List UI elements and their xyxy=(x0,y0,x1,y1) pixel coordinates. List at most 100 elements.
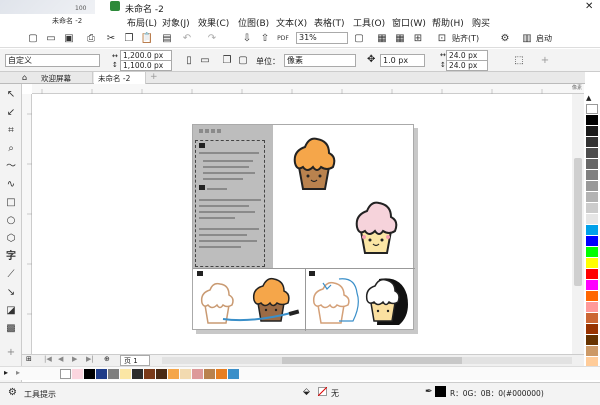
swatch-dark-brown[interactable] xyxy=(586,335,598,345)
rulers-icon[interactable]: ▦ xyxy=(375,31,389,45)
palette-up-icon[interactable]: ▲ xyxy=(586,94,591,102)
doc-swatch-1[interactable] xyxy=(72,369,83,379)
current-page-icon[interactable]: ▢ xyxy=(236,53,250,67)
horizontal-ruler[interactable]: 像素 xyxy=(32,84,584,94)
units-select[interactable]: 像素 xyxy=(284,54,356,67)
freehand-icon[interactable]: 〜 xyxy=(4,160,18,174)
swatch-pink[interactable] xyxy=(586,302,598,312)
vertical-scrollbar[interactable] xyxy=(572,94,584,354)
swatch-gray-90[interactable] xyxy=(586,126,598,136)
full-screen-icon[interactable]: ▢ xyxy=(352,31,366,45)
doc-swatch-7[interactable] xyxy=(144,369,155,379)
swatch-orange[interactable] xyxy=(586,291,598,301)
prev-page-icon[interactable]: ◀ xyxy=(58,355,63,363)
doc-swatch-6[interactable] xyxy=(132,369,143,379)
doc-tab-title[interactable]: 未命名 -2 xyxy=(52,16,82,26)
snap-to-button[interactable]: 贴齐(T) xyxy=(452,33,479,44)
guidelines-icon[interactable]: ⊞ xyxy=(411,31,425,45)
copy-icon[interactable]: ❐ xyxy=(122,31,136,45)
next-page-icon[interactable]: ▶ xyxy=(72,355,77,363)
swatch-brown[interactable] xyxy=(586,324,598,334)
last-page-icon[interactable]: ▶| xyxy=(86,355,94,363)
swatch-gray-70[interactable] xyxy=(586,148,598,158)
treat-as-filled-icon[interactable]: ⬚ xyxy=(512,53,526,67)
page-tab[interactable]: 页 1 xyxy=(120,355,150,366)
interactive-fill-icon[interactable]: ▩ xyxy=(4,322,18,336)
swatch-green[interactable] xyxy=(586,247,598,257)
doc-swatch-12[interactable] xyxy=(204,369,215,379)
orange-cupcake-illustration[interactable] xyxy=(291,133,337,193)
paste-icon[interactable]: 📋 xyxy=(140,31,154,45)
swatch-magenta[interactable] xyxy=(586,280,598,290)
no-color-icon[interactable]: ▸ xyxy=(16,368,20,377)
swatch-cyan[interactable] xyxy=(586,225,598,235)
tab-document[interactable]: 未命名 -2 xyxy=(94,72,146,84)
add-page-icon[interactable]: ⊕ xyxy=(104,355,110,363)
shape-tool-icon[interactable]: ↙ xyxy=(4,106,18,120)
drawing-canvas[interactable] xyxy=(32,94,572,354)
doc-swatch-none[interactable] xyxy=(60,369,71,379)
fill-swatch[interactable] xyxy=(318,387,327,396)
doc-swatch-13[interactable] xyxy=(216,369,227,379)
doc-swatch-8[interactable] xyxy=(156,369,167,379)
first-page-icon[interactable]: |◀ xyxy=(44,355,52,363)
all-pages-icon[interactable]: ❐ xyxy=(220,53,234,67)
doc-swatch-3[interactable] xyxy=(96,369,107,379)
crop-icon[interactable]: ⌗ xyxy=(4,124,18,138)
home-icon[interactable]: ⌂ xyxy=(22,73,27,82)
shadow-cupcake-illustration[interactable] xyxy=(365,275,411,327)
grid-icon[interactable]: ▦ xyxy=(393,31,407,45)
landscape-icon[interactable]: ▭ xyxy=(198,53,212,67)
parallel-dimension-icon[interactable]: ⟋ xyxy=(4,268,18,282)
tab-welcome[interactable]: 欢迎屏幕 xyxy=(33,72,93,83)
swatch-gray-80[interactable] xyxy=(586,137,598,147)
horizontal-scroll-thumb[interactable] xyxy=(282,357,462,364)
snap-icon[interactable]: ⊡ xyxy=(435,31,449,45)
swatch-yellow[interactable] xyxy=(586,258,598,268)
doc-swatch-11[interactable] xyxy=(192,369,203,379)
redo-icon[interactable]: ↷ xyxy=(205,31,219,45)
text-icon[interactable]: 字 xyxy=(4,250,18,264)
swatch-gray-40[interactable] xyxy=(586,181,598,191)
swatch-rust[interactable] xyxy=(586,313,598,323)
swatch-blue[interactable] xyxy=(586,236,598,246)
outline-color-swatch[interactable] xyxy=(435,386,446,397)
duplicate-y-field[interactable]: 24.0 px xyxy=(446,60,488,71)
zoom-icon[interactable]: ⌕ xyxy=(4,142,18,156)
new-tab-icon[interactable]: + xyxy=(150,72,158,82)
horizontal-scrollbar[interactable] xyxy=(162,357,572,364)
open-icon[interactable]: ▭ xyxy=(44,31,58,45)
portrait-icon[interactable]: ▯ xyxy=(182,53,196,67)
launch-button[interactable]: 启动 xyxy=(536,33,552,44)
doc-swatch-2[interactable] xyxy=(84,369,95,379)
connector-icon[interactable]: ↘ xyxy=(4,286,18,300)
pink-cupcake-illustration[interactable] xyxy=(353,199,399,257)
doc-swatch-4[interactable] xyxy=(108,369,119,379)
swatch-gray-10[interactable] xyxy=(586,214,598,224)
undo-icon[interactable]: ↶ xyxy=(180,31,194,45)
pdf-icon[interactable]: PDF xyxy=(276,31,290,45)
artistic-media-icon[interactable]: ∿ xyxy=(4,178,18,192)
vertical-ruler[interactable] xyxy=(22,94,32,354)
zoom-level-select[interactable]: 31% xyxy=(296,32,348,44)
swatch-gray-20[interactable] xyxy=(586,203,598,213)
fill-indicator-icon[interactable]: ⬙ xyxy=(303,387,310,397)
save-icon[interactable]: ▣ xyxy=(62,31,76,45)
nudge-distance-field[interactable]: 1.0 px xyxy=(380,54,425,67)
add-tool-icon[interactable]: + xyxy=(4,346,18,360)
close-icon[interactable]: ✕ xyxy=(585,1,593,12)
swatch-gray-30[interactable] xyxy=(586,192,598,202)
swatch-white[interactable] xyxy=(586,104,598,114)
print-icon[interactable]: ⎙ xyxy=(84,31,98,45)
rectangle-icon[interactable]: □ xyxy=(4,196,18,210)
clipboard-icon[interactable]: ▤ xyxy=(160,31,174,45)
pick-tool-icon[interactable]: ↖ xyxy=(4,88,18,102)
new-doc-icon[interactable]: ▢ xyxy=(26,31,40,45)
page-nav-icon[interactable]: ⊞ xyxy=(26,355,32,363)
doc-palette-menu-icon[interactable]: ▸ xyxy=(4,368,8,377)
doc-swatch-14[interactable] xyxy=(228,369,239,379)
export-icon[interactable]: ⇧ xyxy=(258,31,272,45)
fill-icon[interactable]: ◪ xyxy=(4,304,18,318)
outline-pen-icon[interactable]: ✒ xyxy=(425,387,433,397)
swatch-black[interactable] xyxy=(586,115,598,125)
